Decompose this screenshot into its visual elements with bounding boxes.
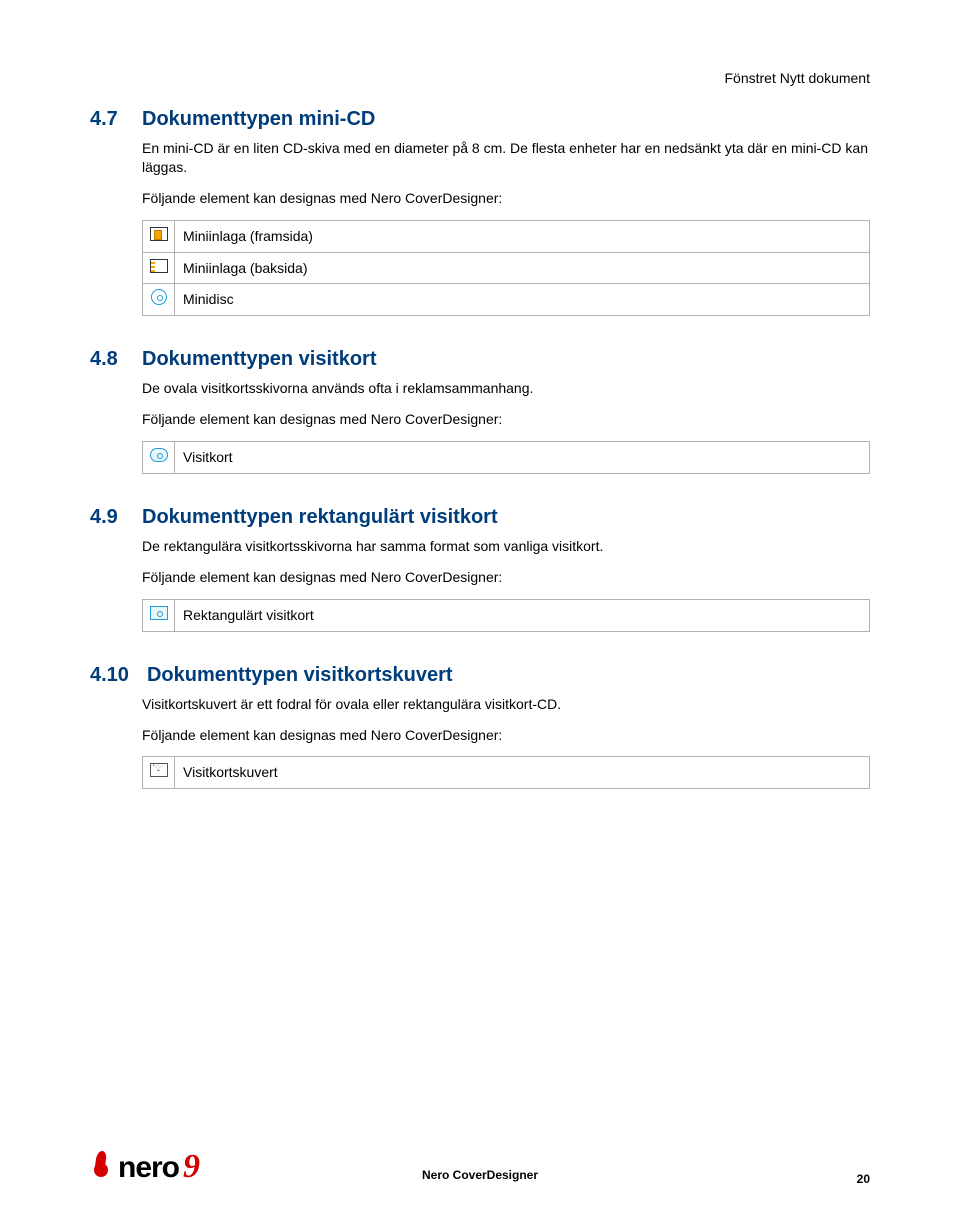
nero-logo: nero 9	[90, 1148, 200, 1186]
section-para: De ovala visitkortsskivorna används ofta…	[142, 379, 870, 398]
element-table: Rektangulärt visitkort	[142, 599, 870, 632]
table-row: Minidisc	[143, 284, 870, 316]
page-header-right: Fönstret Nytt dokument	[90, 70, 870, 86]
footer-title: Nero CoverDesigner	[422, 1168, 538, 1182]
element-table: Visitkort	[142, 441, 870, 474]
element-label: Minidisc	[175, 284, 870, 316]
section-4-9: 4.9 Dokumenttypen rektangulärt visitkort…	[90, 506, 870, 632]
section-title: Dokumenttypen visitkortskuvert	[147, 664, 453, 687]
booklet-front-icon	[150, 227, 168, 241]
section-para: Följande element kan designas med Nero C…	[142, 189, 870, 208]
section-para: En mini-CD är en liten CD-skiva med en d…	[142, 139, 870, 177]
flame-icon	[90, 1151, 112, 1177]
element-label: Miniinlaga (baksida)	[175, 252, 870, 284]
section-title: Dokumenttypen mini-CD	[142, 108, 375, 131]
booklet-back-icon	[150, 259, 168, 273]
section-number: 4.7	[90, 108, 124, 131]
section-number: 4.8	[90, 348, 124, 371]
element-table: Visitkortskuvert	[142, 756, 870, 789]
page-number: 20	[857, 1172, 870, 1186]
section-para: Följande element kan designas med Nero C…	[142, 410, 870, 429]
kuvert-icon	[150, 763, 168, 777]
section-number: 4.9	[90, 506, 124, 529]
section-number: 4.10	[90, 664, 129, 687]
section-title: Dokumenttypen rektangulärt visitkort	[142, 506, 498, 529]
page-footer: nero 9 Nero CoverDesigner 20	[90, 1148, 870, 1186]
section-para: Visitkortskuvert är ett fodral för ovala…	[142, 695, 870, 714]
logo-text: nero	[118, 1151, 179, 1185]
table-row: Miniinlaga (baksida)	[143, 252, 870, 284]
section-title: Dokumenttypen visitkort	[142, 348, 376, 371]
logo-version: 9	[183, 1148, 200, 1186]
visitkort-icon	[150, 448, 168, 462]
section-4-10: 4.10 Dokumenttypen visitkortskuvert Visi…	[90, 664, 870, 790]
element-label: Miniinlaga (framsida)	[175, 220, 870, 252]
table-row: Visitkortskuvert	[143, 757, 870, 789]
table-row: Miniinlaga (framsida)	[143, 220, 870, 252]
element-table: Miniinlaga (framsida) Miniinlaga (baksid…	[142, 220, 870, 317]
table-row: Rektangulärt visitkort	[143, 599, 870, 631]
element-label: Visitkortskuvert	[175, 757, 870, 789]
section-4-7: 4.7 Dokumenttypen mini-CD En mini-CD är …	[90, 108, 870, 316]
element-label: Visitkort	[175, 442, 870, 474]
table-row: Visitkort	[143, 442, 870, 474]
element-label: Rektangulärt visitkort	[175, 599, 870, 631]
section-4-8: 4.8 Dokumenttypen visitkort De ovala vis…	[90, 348, 870, 474]
section-para: De rektangulära visitkortsskivorna har s…	[142, 537, 870, 556]
section-para: Följande element kan designas med Nero C…	[142, 568, 870, 587]
minidisc-icon	[151, 289, 167, 305]
section-para: Följande element kan designas med Nero C…	[142, 726, 870, 745]
rect-visitkort-icon	[150, 606, 168, 620]
